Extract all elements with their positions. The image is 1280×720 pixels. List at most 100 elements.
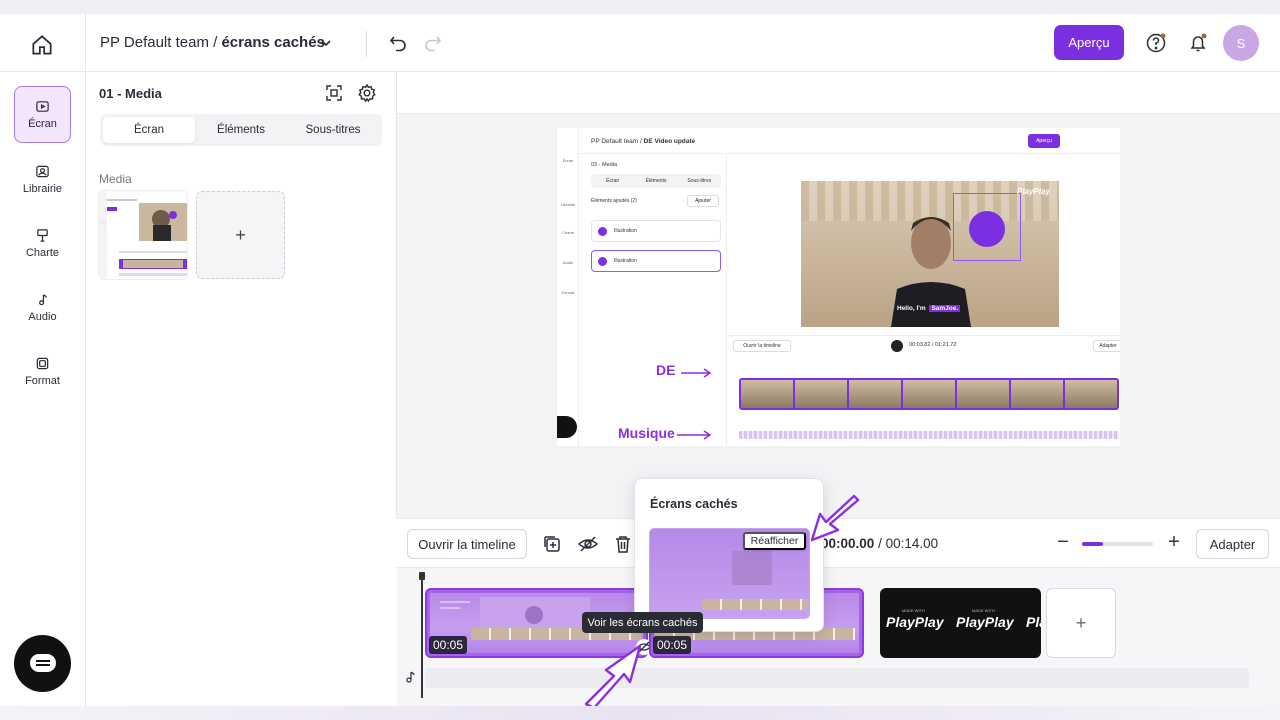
canvas-area: Écran Librairie Charte Audio Format PP D…: [397, 72, 1280, 518]
preview-frame: [957, 380, 1009, 408]
sidebar-item-audio[interactable]: Audio: [14, 279, 71, 336]
tab-elements[interactable]: Éléments: [195, 117, 287, 143]
preview-tabs: Écran Éléments Sous-titres: [591, 174, 721, 188]
preview-button[interactable]: Aperçu: [1054, 25, 1124, 60]
adapter-button[interactable]: Adapter: [1196, 529, 1269, 559]
breadcrumb-team: PP Default team /: [100, 34, 218, 51]
preview-rail-item: Audio: [562, 260, 574, 265]
zoom-in-button[interactable]: +: [1164, 532, 1184, 553]
bottom-strip: [0, 706, 1280, 720]
panel-tabs: Écran Éléments Sous-titres: [100, 114, 382, 146]
media-thumbnail[interactable]: [98, 190, 188, 280]
timeline-clip-outro[interactable]: MADE WITH PlayPlay MADE WITH PlayPlay Pl…: [880, 588, 1041, 658]
sidebar-item-label: Charte: [25, 247, 60, 259]
trash-icon[interactable]: [612, 533, 634, 555]
open-timeline-button[interactable]: Ouvrir la timeline: [407, 529, 527, 559]
preview-header: PP Default team / DE Video update Aperçu: [579, 128, 1120, 154]
sidebar-item-label: Écran: [28, 118, 57, 130]
preview-added-label: Éléments ajoutés (2): [591, 198, 637, 204]
panel-title: 01 - Media: [99, 86, 162, 101]
preview-ajouter: Ajouter: [687, 195, 719, 207]
preview-frame: [849, 380, 901, 408]
top-header: PP Default team / écrans cachés Aperçu S: [86, 14, 1280, 72]
chat-support-button[interactable]: [14, 635, 71, 692]
chevron-down-icon[interactable]: [319, 36, 333, 50]
duplicate-icon[interactable]: [541, 533, 563, 555]
outro-logo: PlayPlay: [886, 614, 944, 630]
annotation-de: DE: [656, 362, 676, 378]
sidebar-item-label: Audio: [28, 311, 57, 323]
outro-logo: PlayPlay: [1026, 614, 1041, 630]
preview-tab: Éléments: [645, 178, 667, 184]
help-icon[interactable]: [1145, 32, 1167, 54]
redo-icon[interactable]: [423, 33, 443, 53]
preview-rail-item: Écran: [562, 158, 574, 163]
header-divider: [366, 31, 367, 57]
outro-logo: PlayPlay: [956, 614, 1014, 630]
illustration-icon: [598, 257, 607, 266]
left-rail: Écran Librairie Charte Audio Format: [0, 14, 86, 706]
illustration-icon: [598, 227, 607, 236]
video-preview[interactable]: Écran Librairie Charte Audio Format PP D…: [557, 128, 1120, 446]
add-clip-button[interactable]: +: [1046, 588, 1116, 658]
screen-panel: 01 - Media Écran Éléments Sous-titres Me…: [86, 72, 397, 518]
sidebar-item-librairie[interactable]: Librairie: [14, 151, 71, 208]
avatar[interactable]: S: [1223, 25, 1259, 61]
preview-rail: Écran Librairie Charte Audio Format: [557, 128, 579, 446]
eye-off-icon[interactable]: [577, 533, 599, 555]
chat-icon: [30, 654, 56, 672]
sidebar-item-charte[interactable]: Charte: [14, 215, 71, 272]
audio-track[interactable]: [425, 668, 1249, 688]
add-media-button[interactable]: +: [196, 191, 285, 279]
rail-divider: [0, 71, 86, 72]
zoom-slider-fill: [1082, 542, 1104, 546]
preview-frame: [1011, 380, 1063, 408]
bell-icon[interactable]: [1187, 32, 1209, 54]
preview-video-frame: Hello, I'm SamJoe. PlayPlay: [801, 181, 1059, 327]
preview-tab: Sous-titres: [687, 178, 712, 184]
preview-audio-track: [739, 431, 1119, 439]
music-note-icon: [406, 671, 415, 683]
thumbs-up-icon: [969, 211, 1005, 247]
gear-icon[interactable]: [357, 83, 377, 103]
arrow-right-icon: [677, 430, 712, 440]
thumbnail-filmstrip: [702, 599, 808, 610]
sidebar-item-label: Librairie: [22, 183, 63, 195]
sidebar-item-ecran[interactable]: Écran: [14, 86, 71, 143]
media-thumbnail-image: [99, 191, 187, 279]
preview-card-label: Illustration: [614, 258, 637, 264]
preview-element-card: Illustration: [591, 220, 721, 242]
clip-duration: 00:05: [429, 636, 468, 654]
screen-icon: [36, 101, 49, 112]
play-icon: [891, 340, 903, 352]
home-icon[interactable]: [29, 32, 55, 58]
restore-screen-button[interactable]: Réafficher: [743, 532, 806, 550]
preview-rail-item: Librairie: [560, 202, 576, 207]
subtitle-text: Hello, I'm: [897, 305, 926, 312]
preview-frame: [1065, 380, 1117, 408]
preview-frame: [741, 380, 793, 408]
preview-crumb-project: DE Video update: [643, 138, 696, 145]
sidebar-item-format[interactable]: Format: [14, 343, 71, 400]
playhead[interactable]: [419, 572, 425, 698]
breadcrumb-project: écrans cachés: [221, 34, 325, 51]
tab-ecran[interactable]: Écran: [103, 117, 195, 143]
preview-rail-item: Format: [561, 290, 575, 295]
total-time: / 00:14.00: [878, 536, 939, 551]
preview-frame: [795, 380, 847, 408]
breadcrumb[interactable]: PP Default team / écrans cachés: [100, 34, 325, 51]
library-icon: [36, 165, 49, 178]
arrow-right-icon: [681, 368, 712, 378]
undo-icon[interactable]: [388, 33, 408, 53]
zoom-out-button[interactable]: −: [1053, 532, 1073, 553]
media-section-label: Media: [99, 172, 132, 186]
replace-media-icon[interactable]: [324, 83, 344, 103]
preview-panel-title: 03 - Media: [591, 162, 617, 168]
brand-icon: [37, 229, 48, 242]
tab-sous-titres[interactable]: Sous-titres: [287, 117, 379, 143]
preview-panel: 03 - Media Écran Éléments Sous-titres Él…: [579, 154, 727, 446]
preview-card-label: Illustration: [614, 228, 637, 234]
zoom-slider[interactable]: [1082, 542, 1153, 546]
top-strip: [0, 0, 1280, 14]
hidden-screens-tooltip: Voir les écrans cachés: [582, 612, 703, 633]
